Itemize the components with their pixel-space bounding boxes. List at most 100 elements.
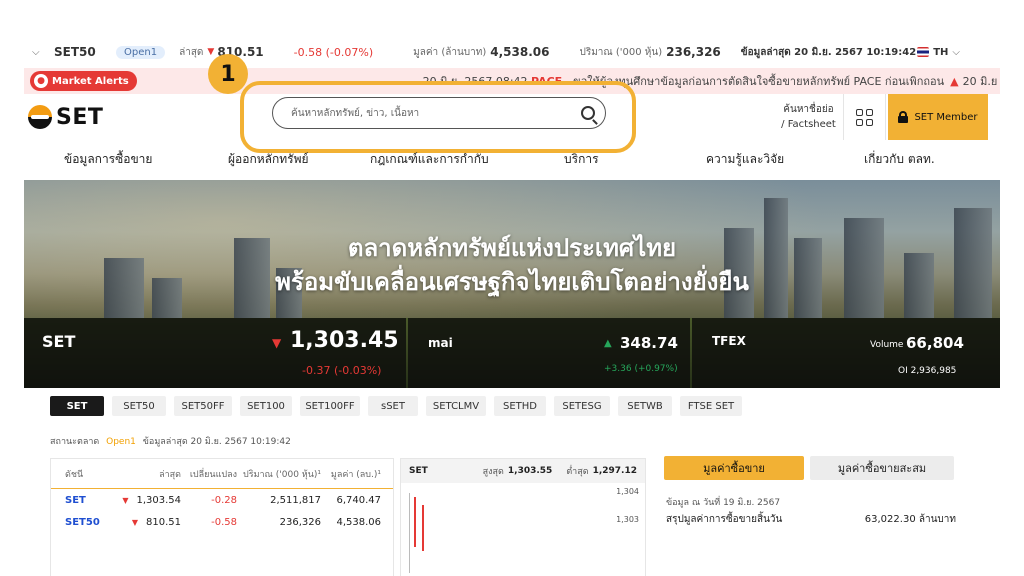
row-change: -0.58 bbox=[211, 516, 237, 528]
trading-summary-value: 63,022.30 ล้านบาท bbox=[864, 514, 956, 525]
market-status-badge: Open1 bbox=[116, 45, 166, 59]
index-table: ดัชนี ล่าสุด เปลี่ยนแปลง ปริมาณ ('000 หุ… bbox=[50, 458, 394, 576]
tfex-panel[interactable]: TFEX Volume 66,804 OI 2,936,985 bbox=[692, 318, 1000, 388]
ticker-index-name[interactable]: SET50 bbox=[54, 45, 116, 59]
chart-bar bbox=[414, 497, 416, 547]
tfex-open-interest: OI 2,936,985 bbox=[898, 366, 957, 376]
search-input[interactable]: ค้นหาหลักทรัพย์, ข่าว, เนื้อหา bbox=[272, 97, 606, 129]
tab-set100[interactable]: SET100 bbox=[240, 396, 292, 416]
mini-chart-low: 1,297.12 bbox=[592, 466, 637, 476]
thai-flag-icon bbox=[917, 47, 930, 57]
mini-chart-name: SET bbox=[409, 466, 428, 476]
nav-item-about[interactable]: เกี่ยวกับ ตลท. bbox=[864, 150, 935, 169]
tab-set100ff[interactable]: SET100FF bbox=[300, 396, 360, 416]
row-last: 810.51 bbox=[146, 516, 181, 528]
alert-next-date: 20 มิ.ย bbox=[962, 75, 998, 88]
down-arrow-icon: ▼ bbox=[122, 495, 129, 505]
set-logo[interactable]: SET bbox=[28, 105, 103, 130]
mai-index-panel[interactable]: mai ▲ 348.74 +3.36 (+0.97%) bbox=[408, 318, 690, 388]
factsheet-line1: ค้นหาชื่อย่อ bbox=[783, 104, 834, 115]
warning-icon: ▲ bbox=[950, 74, 959, 88]
y-axis-label: 1,303 bbox=[616, 515, 639, 524]
chevron-down-icon[interactable]: ⌵ bbox=[32, 47, 46, 58]
market-status-state: Open1 bbox=[106, 437, 136, 447]
tab-set50[interactable]: SET50 bbox=[112, 396, 166, 416]
nav-item-services[interactable]: บริการ bbox=[564, 150, 599, 169]
factsheet-line2: / Factsheet bbox=[781, 119, 836, 130]
set-panel-change: -0.37 (-0.03%) bbox=[302, 364, 382, 377]
up-arrow-icon: ▲ bbox=[604, 338, 612, 349]
index-tabs: SET SET50 SET50FF SET100 SET100FF sSET S… bbox=[50, 396, 742, 416]
table-header: ดัชนี ล่าสุด เปลี่ยนแปลง ปริมาณ ('000 หุ… bbox=[51, 459, 393, 489]
nav-item-knowledge[interactable]: ความรู้และวิจัย bbox=[706, 150, 784, 169]
set-logo-mark-icon bbox=[28, 105, 52, 129]
trading-summary: สรุปมูลค่าการซื้อขายสิ้นวัน 63,022.30 ล้… bbox=[666, 512, 956, 527]
factsheet-search-link[interactable]: ค้นหาชื่อย่อ / Factsheet bbox=[774, 94, 844, 140]
set-member-label: SET Member bbox=[914, 111, 978, 123]
row-value: 6,740.47 bbox=[336, 494, 381, 506]
tab-accumulated-value[interactable]: มูลค่าซื้อขายสะสม bbox=[810, 456, 954, 480]
column-header-index: ดัชนี bbox=[65, 469, 84, 480]
chevron-down-icon: ⌵ bbox=[952, 46, 960, 58]
lock-icon bbox=[898, 111, 909, 123]
set-member-button[interactable]: SET Member bbox=[888, 94, 988, 140]
search-placeholder: ค้นหาหลักทรัพย์, ข่าว, เนื้อหา bbox=[291, 107, 420, 119]
nav-item-issuers[interactable]: ผู้ออกหลักทรัพย์ bbox=[228, 150, 309, 169]
mini-chart-high: 1,303.55 bbox=[507, 466, 553, 476]
market-alerts-button[interactable]: ● Market Alerts bbox=[30, 71, 137, 91]
site-header: SET ค้นหาหลักทรัพย์, ข่าว, เนื้อหา 1 ค้น… bbox=[24, 54, 1000, 153]
down-arrow-icon: ▼ bbox=[207, 47, 215, 57]
table-row[interactable]: SET50 ▼ 810.51 -0.58 236,326 4,538.06 bbox=[51, 511, 393, 533]
nav-item-trading[interactable]: ข้อมูลการซื้อขาย bbox=[64, 150, 152, 169]
tab-sset[interactable]: sSET bbox=[368, 396, 418, 416]
column-header-last: ล่าสุด bbox=[159, 469, 181, 480]
column-header-volume: ปริมาณ ('000 หุ้น)¹ bbox=[243, 469, 321, 480]
search-icon[interactable] bbox=[581, 106, 595, 120]
y-axis-label: 1,304 bbox=[616, 487, 639, 496]
tfex-panel-name: TFEX bbox=[712, 334, 746, 348]
tab-sethd[interactable]: SETHD bbox=[494, 396, 546, 416]
volume-label: ปริมาณ ('000 หุ้น) bbox=[579, 46, 663, 58]
row-index-name[interactable]: SET50 bbox=[51, 517, 111, 528]
tab-set50ff[interactable]: SET50FF bbox=[174, 396, 232, 416]
hero-title-line2: พร้อมขับเคลื่อนเศรษฐกิจไทยเติบโตอย่างยั่… bbox=[275, 268, 749, 296]
market-alerts-label: Market Alerts bbox=[52, 75, 129, 87]
search-highlight-callout: ค้นหาหลักทรัพย์, ข่าว, เนื้อหา bbox=[240, 81, 636, 153]
mini-chart-header: SET สูงสุด 1,303.55 ต่ำสุด 1,297.12 bbox=[401, 459, 645, 483]
language-selector[interactable]: TH ⌵ bbox=[917, 47, 960, 58]
chart-bar bbox=[422, 505, 424, 551]
market-ticker-bar: ⌵ SET50 Open1 ล่าสุด ▼ 810.51 -0.58 (-0.… bbox=[24, 38, 1000, 66]
mai-panel-name: mai bbox=[428, 336, 453, 350]
bell-icon: ● bbox=[34, 74, 48, 88]
language-label: TH bbox=[933, 46, 949, 58]
nav-item-regulations[interactable]: กฎเกณฑ์และการกำกับ bbox=[370, 150, 489, 169]
row-index-name[interactable]: SET bbox=[51, 495, 111, 506]
row-volume: 236,326 bbox=[279, 516, 321, 528]
set-panel-name: SET bbox=[42, 332, 76, 351]
apps-menu-button[interactable] bbox=[844, 94, 886, 140]
index-mini-chart: SET สูงสุด 1,303.55 ต่ำสุด 1,297.12 1,30… bbox=[400, 458, 646, 576]
tab-trading-value[interactable]: มูลค่าซื้อขาย bbox=[664, 456, 804, 480]
tab-ftse-set[interactable]: FTSE SET bbox=[680, 396, 742, 416]
down-arrow-icon: ▼ bbox=[272, 336, 282, 350]
tab-setclmv[interactable]: SETCLMV bbox=[426, 396, 486, 416]
market-status-label: สถานะตลาด bbox=[50, 437, 100, 447]
ticker-updated-time: ข้อมูลล่าสุด 20 มิ.ย. 2567 10:19:42 bbox=[740, 46, 917, 58]
tab-set[interactable]: SET bbox=[50, 396, 104, 416]
tab-setesg[interactable]: SETESG bbox=[554, 396, 610, 416]
hero-banner: ตลาดหลักทรัพย์แห่งประเทศไทย พร้อมขับเคลื… bbox=[24, 180, 1000, 388]
set-panel-value: 1,303.45 bbox=[290, 328, 399, 353]
down-arrow-icon: ▼ bbox=[131, 517, 138, 527]
row-volume: 2,511,817 bbox=[270, 494, 321, 506]
tab-setwb[interactable]: SETWB bbox=[618, 396, 672, 416]
set-index-panel[interactable]: SET ▼ 1,303.45 -0.37 (-0.03%) bbox=[24, 318, 406, 388]
ticker-volume-amount: 236,326 bbox=[666, 45, 721, 59]
row-last: 1,303.54 bbox=[136, 494, 181, 506]
trading-summary-label: สรุปมูลค่าการซื้อขายสิ้นวัน bbox=[666, 514, 783, 525]
mini-chart-high-label: สูงสุด bbox=[482, 467, 504, 477]
table-row[interactable]: SET ▼ 1,303.54 -0.28 2,511,817 6,740.47 bbox=[51, 489, 393, 511]
main-navigation: ข้อมูลการซื้อขาย ผู้ออกหลักทรัพย์ กฎเกณฑ… bbox=[24, 144, 1000, 174]
column-header-value: มูลค่า (ลบ.)¹ bbox=[330, 469, 381, 480]
mini-chart-low-label: ต่ำสุด bbox=[566, 467, 589, 477]
market-status-updated: ข้อมูลล่าสุด 20 มิ.ย. 2567 10:19:42 bbox=[142, 437, 291, 447]
